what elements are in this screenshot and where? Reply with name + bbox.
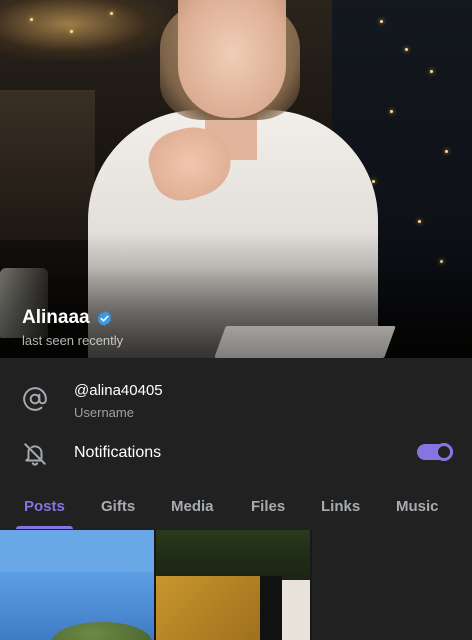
thumbnail-door (282, 580, 310, 640)
photo-light (70, 30, 73, 33)
photo-person-face (178, 0, 286, 118)
profile-name-row: Alinaaa (22, 307, 113, 329)
toggle-knob (435, 443, 453, 461)
at-sign-icon (23, 387, 47, 411)
thumbnail-hill (52, 622, 152, 640)
username-value: @alina40405 (74, 382, 163, 399)
notifications-label: Notifications (74, 444, 162, 461)
tab-media[interactable]: Media (171, 498, 214, 515)
profile-info-section: @alina40405 Username Notifications (0, 358, 472, 486)
tab-music[interactable]: Music (396, 498, 439, 515)
photo-light (110, 12, 113, 15)
notifications-row[interactable]: Notifications (0, 436, 472, 472)
photo-light (430, 70, 433, 73)
active-tab-indicator (16, 526, 73, 529)
profile-photo[interactable]: Alinaaa last seen recently (0, 0, 472, 358)
post-thumbnail[interactable] (0, 530, 154, 640)
photo-light (372, 180, 375, 183)
thumbnail-shadow (260, 576, 282, 640)
photo-light (30, 18, 33, 21)
bell-off-icon (24, 443, 46, 466)
username-label: Username (74, 405, 134, 420)
photo-light (390, 110, 393, 113)
post-thumbnail[interactable] (156, 530, 310, 640)
thumbnail-sky (0, 530, 154, 572)
posts-grid (0, 530, 472, 640)
profile-tabs: Posts Gifts Media Files Links Music (0, 486, 472, 530)
verified-badge-icon (97, 310, 111, 326)
tab-links[interactable]: Links (321, 498, 360, 515)
thumbnail-wall (156, 576, 260, 640)
profile-name: Alinaaa (22, 307, 90, 328)
username-row[interactable]: @alina40405 Username (0, 372, 472, 432)
photo-shelf (0, 90, 95, 240)
tab-gifts[interactable]: Gifts (101, 498, 135, 515)
tab-posts[interactable]: Posts (24, 498, 65, 515)
notifications-toggle[interactable] (417, 443, 453, 461)
empty-grid-cell (312, 530, 472, 640)
photo-light (418, 220, 421, 223)
photo-light (380, 20, 383, 23)
photo-light (405, 48, 408, 51)
photo-light (445, 150, 448, 153)
profile-status: last seen recently (22, 333, 124, 348)
photo-background-lights (0, 0, 170, 60)
tab-files[interactable]: Files (251, 498, 285, 515)
